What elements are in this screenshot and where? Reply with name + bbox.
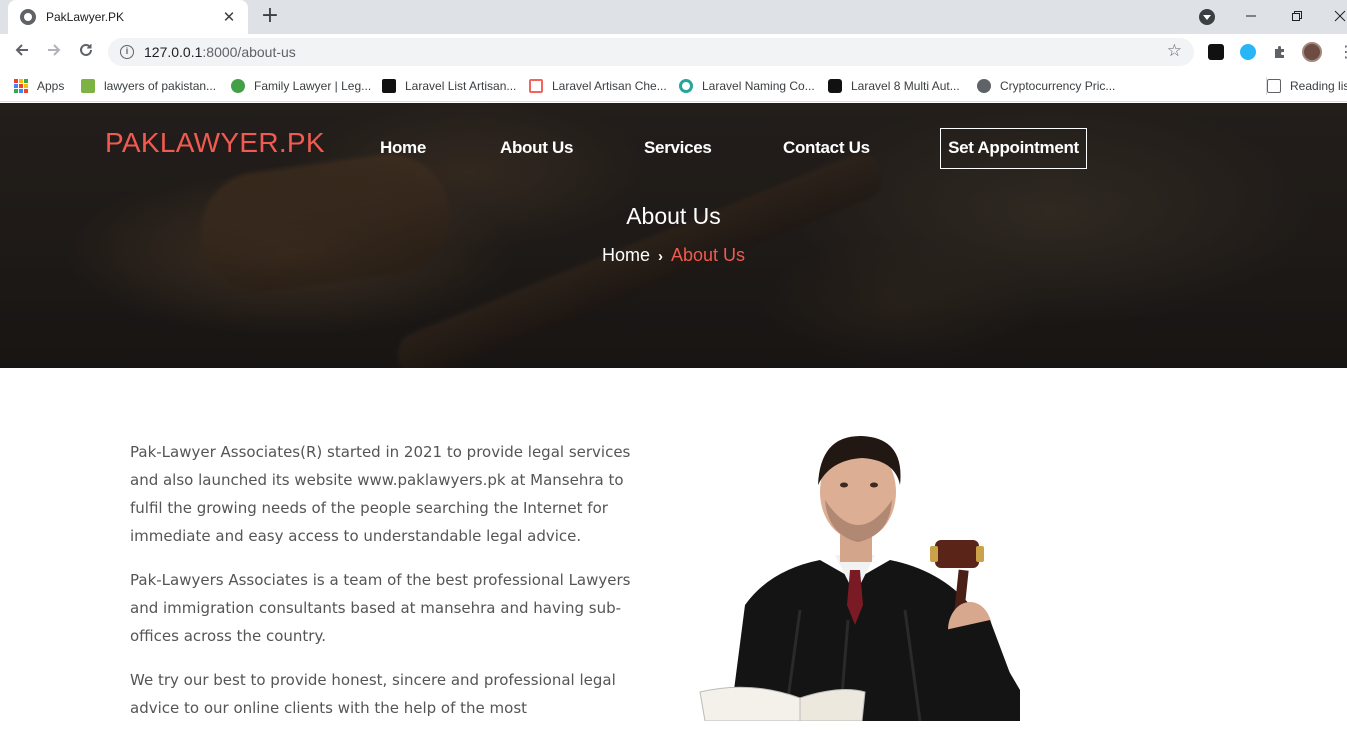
nav-contact-us[interactable]: Contact Us	[783, 138, 870, 158]
extension-icon-2[interactable]	[1240, 44, 1256, 60]
bookmark-item[interactable]: Laravel 8 Multi Aut...	[828, 77, 960, 95]
bookmark-label: Family Lawyer | Leg...	[254, 79, 372, 93]
lawyer-with-gavel-image	[699, 435, 1020, 721]
globe-icon	[20, 9, 36, 25]
bookmark-item[interactable]: Family Lawyer | Leg...	[231, 77, 371, 95]
about-paragraph: Pak-Lawyer Associates(R) started in 2021…	[130, 443, 631, 545]
bookmarks-bar: Apps lawyers of pakistan... Family Lawye…	[0, 70, 1347, 102]
bookmark-item[interactable]: lawyers of pakistan...	[81, 77, 216, 95]
about-paragraph: Pak-Lawyers Associates is a team of the …	[130, 571, 631, 645]
bookmark-apps[interactable]: Apps	[14, 77, 64, 95]
reading-list-label: Reading lis	[1290, 79, 1347, 93]
page-title: About Us	[626, 203, 721, 229]
tab-title: PakLawyer.PK	[46, 10, 125, 24]
dev-favicon-icon	[828, 79, 842, 93]
minimize-icon[interactable]	[1238, 4, 1264, 30]
tab-strip: PakLawyer.PK ✕ +	[0, 0, 1347, 34]
breadcrumb-current: About Us	[670, 245, 746, 265]
url-host: 127.0.0.1	[144, 44, 203, 60]
breadcrumb: Home › About Us	[0, 245, 1347, 266]
nav-services[interactable]: Services	[644, 138, 712, 158]
site-info-icon[interactable]: i	[120, 45, 134, 59]
new-tab-button[interactable]: +	[258, 5, 282, 29]
browser-toolbar: i 127.0.0.1:8000/about-us ☆ ⋮	[0, 34, 1347, 70]
set-appointment-button[interactable]: Set Appointment	[940, 128, 1087, 169]
nav-home[interactable]: Home	[380, 138, 426, 158]
ask-favicon-icon	[81, 79, 95, 93]
bookmark-item[interactable]: Laravel Artisan Che...	[529, 77, 667, 95]
hero-banner: PAKLAWYER.PK Home About Us Services Cont…	[0, 103, 1347, 368]
bookmark-item[interactable]: Laravel Naming Co...	[679, 77, 815, 95]
menu-kebab-icon[interactable]: ⋮	[1338, 44, 1347, 60]
bookmark-label: Apps	[37, 79, 65, 93]
ns-favicon-icon	[382, 79, 396, 93]
bookmark-star-icon[interactable]: ☆	[1167, 41, 1182, 61]
bookmark-label: Cryptocurrency Pric...	[1000, 79, 1116, 93]
back-arrow-icon[interactable]	[11, 41, 33, 63]
url-path: :8000/about-us	[202, 44, 296, 60]
family-lawyer-favicon-icon	[231, 79, 245, 93]
bookmark-label: Laravel 8 Multi Aut...	[851, 79, 960, 93]
window-close-icon[interactable]	[1330, 4, 1347, 30]
close-tab-icon[interactable]: ✕	[220, 8, 238, 26]
extension-icon-1[interactable]	[1208, 44, 1224, 60]
bookmark-item[interactable]: Cryptocurrency Pric...	[977, 77, 1115, 95]
naming-favicon-icon	[679, 79, 693, 93]
forward-arrow-icon[interactable]	[43, 41, 65, 63]
bookmark-label: Laravel Naming Co...	[702, 79, 815, 93]
site-logo[interactable]: PAKLAWYER.PK	[105, 127, 325, 159]
bookmark-label: lawyers of pakistan...	[104, 79, 217, 93]
laravel-favicon-icon	[529, 79, 543, 93]
address-bar[interactable]: i 127.0.0.1:8000/about-us ☆	[108, 38, 1194, 66]
nav-about-us[interactable]: About Us	[500, 138, 573, 158]
apps-grid-icon	[14, 79, 28, 93]
puzzle-extensions-icon[interactable]	[1272, 44, 1288, 60]
bookmark-label: Laravel List Artisan...	[405, 79, 517, 93]
reload-icon[interactable]	[75, 41, 97, 63]
restore-icon[interactable]	[1284, 4, 1310, 30]
globe-icon	[977, 79, 991, 93]
bookmark-label: Laravel Artisan Che...	[552, 79, 667, 93]
tab-search-icon[interactable]	[1199, 9, 1215, 25]
bookmark-item[interactable]: Laravel List Artisan...	[382, 77, 516, 95]
chevron-right-icon: ›	[657, 248, 663, 265]
browser-tab[interactable]: PakLawyer.PK ✕	[8, 0, 248, 34]
reading-list-button[interactable]: Reading lis	[1266, 77, 1347, 95]
reading-list-icon	[1267, 79, 1281, 93]
about-text: Pak-Lawyer Associates(R) started in 2021…	[130, 438, 660, 738]
breadcrumb-home[interactable]: Home	[602, 245, 650, 265]
about-paragraph: We try our best to provide honest, since…	[130, 671, 616, 717]
profile-avatar[interactable]	[1302, 42, 1322, 62]
